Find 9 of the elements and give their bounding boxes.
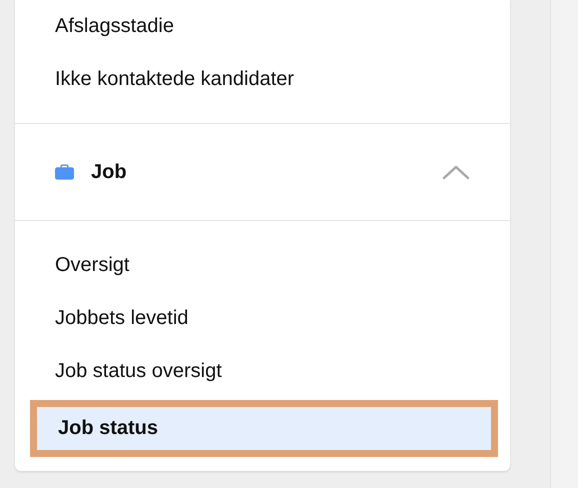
briefcase-icon (55, 164, 74, 180)
menu-item[interactable]: Job status (30, 400, 498, 457)
menu-item[interactable]: Job status oversigt (15, 345, 510, 398)
section-title: Job (91, 160, 128, 184)
menu-item[interactable]: Ikke kontaktede kandidater (15, 53, 510, 106)
menu-item[interactable]: Oversigt (15, 239, 510, 292)
chevron-up-icon[interactable] (442, 164, 470, 180)
menu-item[interactable]: Jobbets levetid (15, 292, 510, 345)
menu-item[interactable]: Afslagsstadie (15, 0, 510, 53)
